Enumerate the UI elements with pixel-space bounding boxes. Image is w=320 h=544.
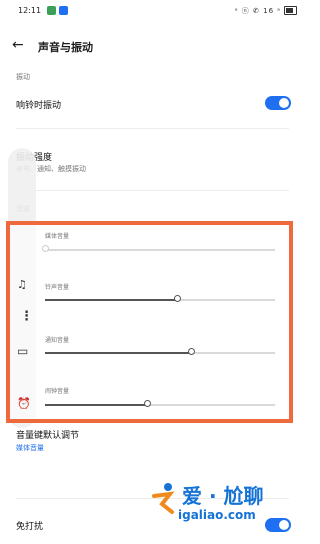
alarm-volume-fill: [45, 404, 147, 406]
alarm-volume-thumb[interactable]: [144, 400, 151, 407]
notification-volume-fill: [45, 352, 191, 354]
divider: [16, 128, 289, 129]
page-title: 声音与振动: [38, 41, 93, 54]
dnd-toggle[interactable]: [265, 518, 291, 532]
status-icons: ᵃ ⓝ ✆ 16 ᵃ: [234, 7, 281, 15]
dnd-label: 免打扰: [16, 522, 44, 532]
app-notification-icon: [59, 6, 68, 15]
vibration-strength-row[interactable]: 振动强度 来电、通知、触摸振动: [0, 146, 305, 178]
divider: [16, 190, 289, 191]
app-notification-icon: [47, 6, 56, 15]
watermark-figure-icon: [152, 483, 175, 514]
more-options-icon[interactable]: ⋮: [20, 309, 33, 324]
alarm-volume-label: 闹钟音量: [45, 388, 70, 395]
notification-volume-thumb[interactable]: [188, 348, 195, 355]
ring-vibrate-label: 响铃时振动: [16, 101, 62, 111]
ringtone-volume-fill: [45, 299, 178, 301]
volume-key-default-label: 音量键默认调节: [16, 431, 80, 441]
ring-vibrate-toggle[interactable]: [265, 96, 291, 110]
status-time: 12:11: [18, 6, 42, 15]
ring-vibrate-row[interactable]: 响铃时振动: [0, 92, 305, 114]
notification-volume-label: 通知音量: [45, 337, 70, 344]
media-volume-label: 媒体音量: [45, 233, 70, 240]
alarm-clock-icon: ⏰: [17, 397, 31, 410]
ringtone-volume-thumb[interactable]: [174, 295, 181, 302]
volume-key-default-value: 媒体音量: [16, 444, 44, 452]
ringtone-volume-label: 铃声音量: [45, 284, 70, 291]
notification-icon: ▭: [17, 344, 29, 358]
volume-key-default-row[interactable]: 音量键默认调节 媒体音量: [0, 426, 305, 456]
media-volume-slider[interactable]: [45, 249, 275, 251]
back-arrow-icon[interactable]: ←: [12, 37, 24, 53]
dnd-row[interactable]: 免打扰: [0, 514, 305, 536]
watermark-url: igaliao.com: [178, 508, 256, 522]
media-volume-thumb[interactable]: [42, 245, 49, 252]
watermark-brand: 爱 · 尬聊: [182, 484, 264, 508]
status-bar: 12:11 ᵃ ⓝ ✆ 16 ᵃ: [0, 0, 305, 24]
battery-icon: [284, 6, 297, 15]
section-header-vibration: 振动: [16, 73, 30, 81]
ringtone-note-icon: ♫: [17, 278, 27, 291]
